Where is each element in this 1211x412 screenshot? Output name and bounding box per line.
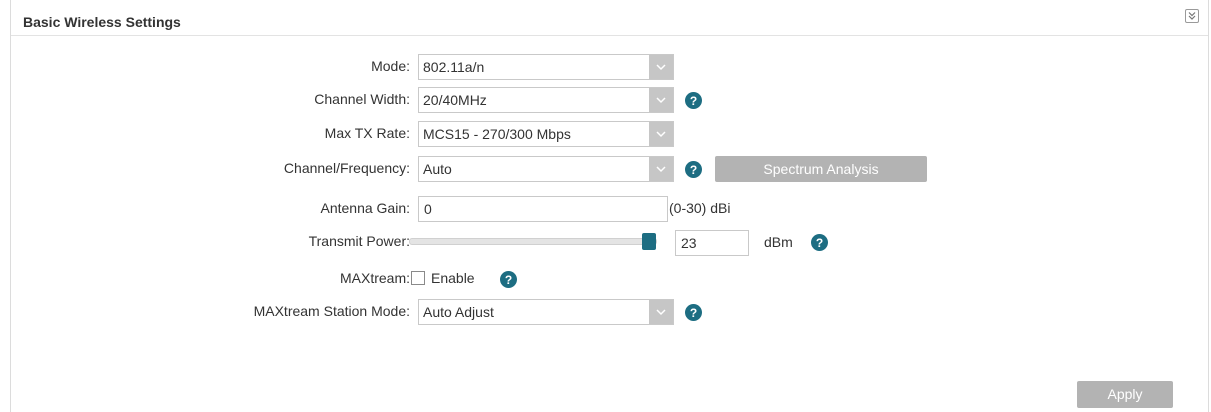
max-tx-rate-select[interactable]: MCS15 - 270/300 Mbps [418,121,674,147]
mode-select[interactable]: 802.11a/n [418,54,674,80]
channel-width-row: Channel Width: 20/40MHz ? [11,87,1208,113]
mode-label: Mode: [371,58,410,74]
antenna-gain-label: Antenna Gain: [320,200,410,216]
transmit-power-unit: dBm [764,234,793,250]
mode-value: 802.11a/n [423,59,485,75]
maxtream-station-mode-label: MAXtream Station Mode: [253,303,410,319]
channel-width-select[interactable]: 20/40MHz [418,87,674,113]
apply-button[interactable]: Apply [1077,381,1173,408]
maxtream-enable-checkbox[interactable] [411,271,425,285]
chevron-down-icon [649,300,673,324]
transmit-power-label: Transmit Power: [308,233,410,249]
chevron-down-icon [649,55,673,79]
transmit-power-slider[interactable] [409,233,657,250]
question-mark-icon[interactable]: ? [500,271,517,288]
chevron-down-icon [649,88,673,112]
question-mark-icon[interactable]: ? [685,92,702,109]
maxtream-station-mode-select[interactable]: Auto Adjust [418,299,674,325]
maxtream-station-mode-row: MAXtream Station Mode: Auto Adjust ? [11,299,1208,325]
maxtream-label: MAXtream: [339,270,410,286]
channel-frequency-value: Auto [423,161,452,177]
maxtream-enable-label[interactable]: Enable [431,270,475,286]
channel-frequency-select[interactable]: Auto [418,156,674,182]
maxtream-station-mode-value: Auto Adjust [423,304,494,320]
question-mark-icon[interactable]: ? [811,234,828,251]
maxtream-row: MAXtream: Enable ? [11,266,1208,290]
channel-frequency-row: Channel/Frequency: Auto ? Spectrum Analy… [11,156,1208,182]
max-tx-rate-value: MCS15 - 270/300 Mbps [423,126,571,142]
chevron-down-icon [649,157,673,181]
antenna-gain-unit: (0-30) dBi [669,200,731,216]
mode-row: Mode: 802.11a/n [11,54,1208,80]
channel-width-label: Channel Width: [314,91,410,107]
double-chevron-down-icon [1188,12,1196,20]
basic-wireless-settings-panel: Basic Wireless Settings Mode: 802.11a/n … [10,0,1209,412]
max-tx-rate-row: Max TX Rate: MCS15 - 270/300 Mbps [11,121,1208,147]
slider-handle[interactable] [642,233,656,250]
channel-width-value: 20/40MHz [423,92,487,108]
question-mark-icon[interactable]: ? [685,304,702,321]
chevron-down-icon [649,122,673,146]
transmit-power-input[interactable]: 23 [675,230,749,256]
panel-title: Basic Wireless Settings [23,14,181,30]
max-tx-rate-label: Max TX Rate: [324,125,410,141]
transmit-power-row: Transmit Power: 23 dBm ? [11,229,1208,256]
spectrum-analysis-button[interactable]: Spectrum Analysis [715,156,927,182]
panel-header: Basic Wireless Settings [11,0,1208,36]
question-mark-icon[interactable]: ? [685,161,702,178]
antenna-gain-row: Antenna Gain: 0 (0-30) dBi [11,196,1208,222]
antenna-gain-input[interactable]: 0 [418,196,668,222]
collapse-button[interactable] [1185,9,1199,23]
channel-frequency-label: Channel/Frequency: [283,160,410,176]
